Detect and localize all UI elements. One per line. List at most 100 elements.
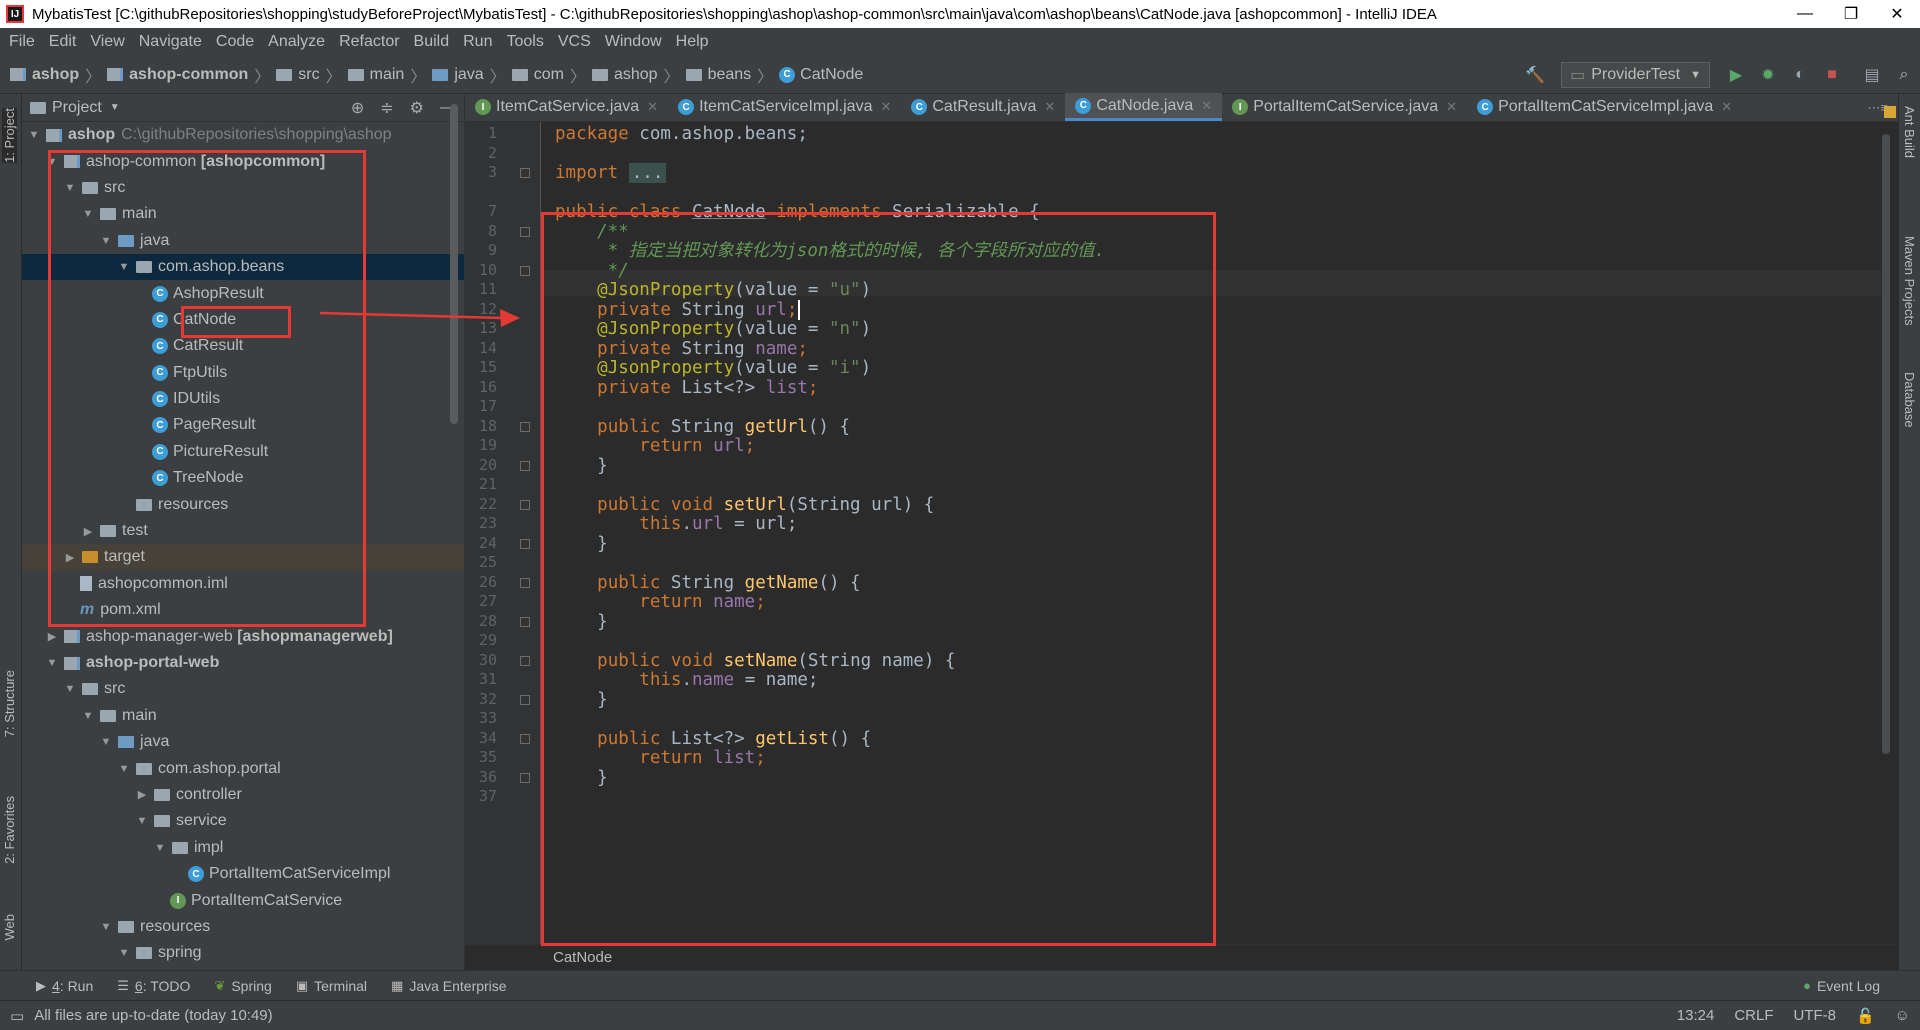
tree-item[interactable]: C CatResult xyxy=(22,333,464,359)
tree-item[interactable]: ▶ ashop-manager-web [ashopmanagerweb] xyxy=(22,623,464,649)
debug-icon[interactable]: ✹ xyxy=(1758,65,1778,85)
tab-itemcatserviceimpl[interactable]: C ItemCatServiceImpl.java ✕ xyxy=(668,93,901,121)
menu-code[interactable]: Code xyxy=(216,33,254,51)
tree-item[interactable]: C PageResult xyxy=(22,412,464,438)
fold-marker-icon[interactable] xyxy=(520,499,530,510)
tree-item[interactable]: ▼ main xyxy=(22,201,464,227)
fold-marker-icon[interactable] xyxy=(520,655,530,666)
restore-button[interactable]: ❐ xyxy=(1828,0,1874,28)
breadcrumb-ashop-common[interactable]: ashop-common 〉 xyxy=(107,63,270,87)
fold-marker-icon[interactable] xyxy=(520,694,530,705)
tree-item[interactable]: ▼ ashop-common [ashopcommon] xyxy=(22,148,464,174)
gear-icon[interactable]: ⚙ xyxy=(410,98,424,118)
tree-item[interactable]: ▼ java xyxy=(22,228,464,254)
search-icon[interactable]: ⌕ xyxy=(1894,65,1914,85)
caret-position[interactable]: 13:24 xyxy=(1677,1007,1715,1024)
menu-file[interactable]: File xyxy=(9,33,35,51)
fold-marker-icon[interactable] xyxy=(520,538,530,549)
close-tab-icon[interactable]: ✕ xyxy=(1044,99,1055,115)
fold-marker-icon[interactable] xyxy=(520,265,530,276)
menu-build[interactable]: Build xyxy=(414,33,450,51)
tree-item[interactable]: ▼ service xyxy=(22,808,464,834)
stop-icon[interactable]: ■ xyxy=(1822,65,1842,85)
tree-item[interactable]: ▶ target xyxy=(22,544,464,571)
terminal-tool-button[interactable]: ▣ Terminal xyxy=(296,978,367,994)
editor-breadcrumb-item[interactable]: CatNode xyxy=(553,949,612,966)
build-hammer-icon[interactable]: 🔨 xyxy=(1525,65,1545,85)
tool-database-tab[interactable]: Database xyxy=(1902,372,1917,428)
tool-project-tab[interactable]: 1: Project xyxy=(2,108,17,163)
menu-help[interactable]: Help xyxy=(676,33,709,51)
lock-icon[interactable]: 🔓 xyxy=(1856,1007,1875,1025)
coverage-icon[interactable]: ◐ xyxy=(1790,65,1810,85)
close-tab-icon[interactable]: ✕ xyxy=(647,99,658,115)
locate-icon[interactable]: ⊕ xyxy=(351,98,364,118)
tree-item[interactable]: C PortalItemCatServiceImpl xyxy=(22,861,464,887)
fold-marker-icon[interactable] xyxy=(520,226,530,237)
event-log-button[interactable]: ● Event Log xyxy=(1803,978,1880,994)
fold-marker-icon[interactable] xyxy=(520,616,530,627)
fold-marker-icon[interactable] xyxy=(520,460,530,471)
menu-tools[interactable]: Tools xyxy=(506,33,543,51)
folded-imports[interactable]: ... xyxy=(628,163,667,183)
menu-edit[interactable]: Edit xyxy=(49,33,77,51)
tree-item[interactable]: ▼ main xyxy=(22,703,464,729)
tree-item[interactable]: ▼ impl xyxy=(22,835,464,861)
tree-item[interactable]: m pom.xml xyxy=(22,597,464,623)
menu-analyze[interactable]: Analyze xyxy=(268,33,325,51)
close-tab-icon[interactable]: ✕ xyxy=(880,99,891,115)
tree-item[interactable]: C FtpUtils xyxy=(22,360,464,386)
tree-item[interactable]: resources xyxy=(22,491,464,517)
breadcrumb-main[interactable]: main 〉 xyxy=(347,63,426,87)
collapse-all-icon[interactable]: ≑ xyxy=(380,98,393,118)
tree-item[interactable]: ▼ com.ashop.portal xyxy=(22,755,464,781)
run-configuration-select[interactable]: ▭ ProviderTest ▼ xyxy=(1561,62,1710,88)
tree-item[interactable]: ▶ controller xyxy=(22,782,464,808)
breadcrumb-ashop-pkg[interactable]: ashop 〉 xyxy=(591,63,680,87)
fold-marker-icon[interactable] xyxy=(520,733,530,744)
menu-window[interactable]: Window xyxy=(605,33,662,51)
tree-item-selected[interactable]: ▼ com.ashop.beans xyxy=(22,253,464,281)
tree-item[interactable]: ▼ ashop-portal-web xyxy=(22,650,464,676)
java-enterprise-tool-button[interactable]: ▦ Java Enterprise xyxy=(391,978,507,994)
run-tool-button[interactable]: ▶ 4: Run xyxy=(36,978,93,994)
tree-item[interactable]: I PortalItemCatService xyxy=(22,887,464,913)
line-separator[interactable]: CRLF xyxy=(1734,1007,1773,1024)
project-view-select[interactable]: Project xyxy=(52,99,102,117)
warning-marker[interactable] xyxy=(1884,106,1896,118)
menu-run[interactable]: Run xyxy=(463,33,492,51)
fold-marker-icon[interactable] xyxy=(520,168,530,178)
tree-item[interactable]: C IDUtils xyxy=(22,386,464,412)
close-tab-icon[interactable]: ✕ xyxy=(1721,99,1732,115)
code-area[interactable]: package com.ashop.beans; import ... publ… xyxy=(555,122,1875,944)
menu-navigate[interactable]: Navigate xyxy=(139,33,202,51)
tab-portalitemcatserviceimpl[interactable]: C PortalItemCatServiceImpl.java ✕ xyxy=(1467,93,1742,121)
menu-vcs[interactable]: VCS xyxy=(558,33,591,51)
minimize-button[interactable]: — xyxy=(1782,0,1828,28)
close-tab-icon[interactable]: ✕ xyxy=(1201,98,1212,114)
tool-maven-tab[interactable]: Maven Projects xyxy=(1902,236,1917,326)
fold-marker-icon[interactable] xyxy=(520,421,530,432)
tab-itemcatservice[interactable]: I ItemCatService.java ✕ xyxy=(465,93,668,121)
status-toggle-icon[interactable]: ▭ xyxy=(10,1007,24,1025)
tree-item[interactable]: C AshopResult xyxy=(22,280,464,306)
tool-ant-build-tab[interactable]: Ant Build xyxy=(1902,106,1917,158)
tree-item[interactable]: ▼ spring xyxy=(22,940,464,966)
fold-marker-icon[interactable] xyxy=(520,577,530,588)
project-scrollbar[interactable] xyxy=(450,104,458,424)
tree-item-catnode[interactable]: C CatNode xyxy=(22,307,464,333)
tool-structure-tab[interactable]: 7: Structure xyxy=(2,670,17,737)
tree-root-ashop[interactable]: ▼ ashop C:\githubRepositories\shopping\ash… xyxy=(22,122,464,148)
inspector-icon[interactable]: ☺ xyxy=(1895,1007,1910,1024)
tool-favorites-tab[interactable]: 2: Favorites xyxy=(2,796,17,864)
editor-scrollbar[interactable] xyxy=(1882,134,1890,754)
tree-item[interactable]: ▼ java xyxy=(22,729,464,755)
tree-item[interactable]: ▼ resources xyxy=(22,914,464,940)
menu-refactor[interactable]: Refactor xyxy=(339,33,399,51)
breadcrumb-beans[interactable]: beans 〉 xyxy=(685,63,773,87)
chevron-down-icon[interactable]: ▼ xyxy=(110,102,120,113)
breadcrumb-java[interactable]: java 〉 xyxy=(432,63,506,87)
spring-tool-button[interactable]: ❦ Spring xyxy=(214,978,271,994)
tab-portalitemcatservice[interactable]: I PortalItemCatService.java ✕ xyxy=(1222,93,1467,121)
file-encoding[interactable]: UTF-8 xyxy=(1793,1007,1836,1024)
